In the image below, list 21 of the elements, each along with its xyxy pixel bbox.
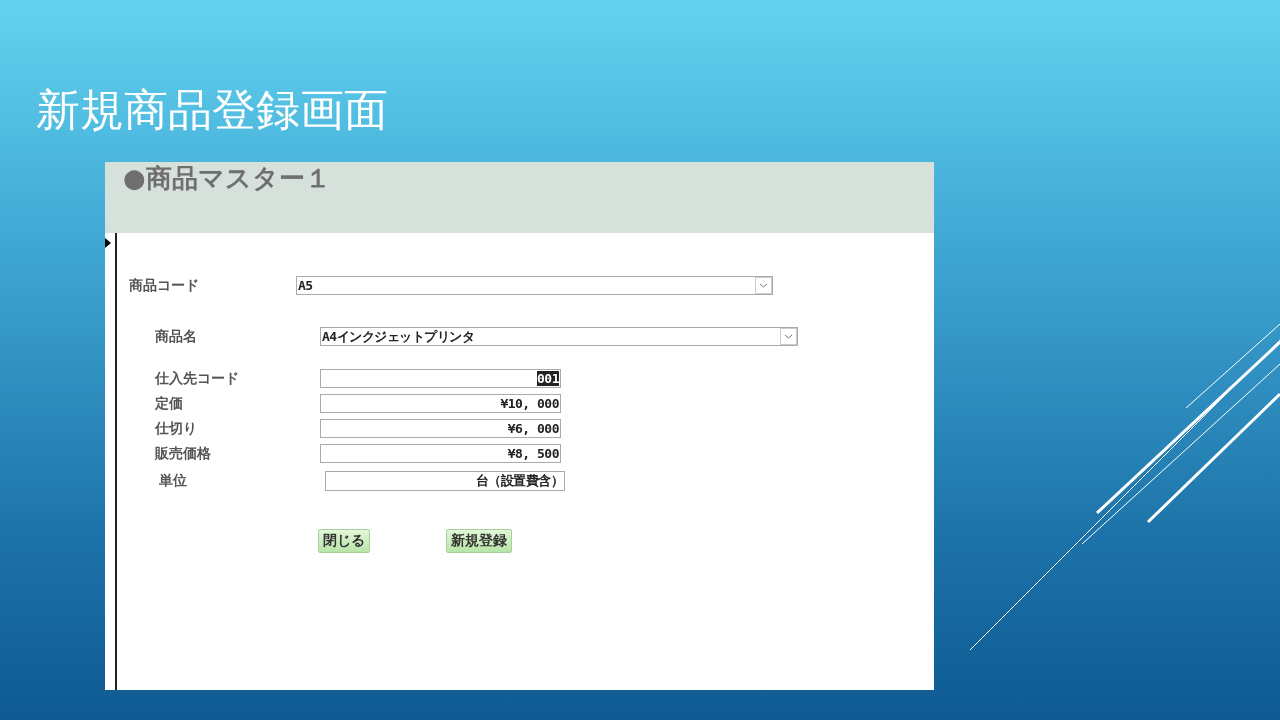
text-field[interactable]: ¥8, 500 [320,444,561,463]
text-field[interactable]: 台（設置費含） [325,471,565,491]
form-title: ●商品マスター１ [123,162,331,194]
slide-title: 新規商品登録画面 [36,83,388,137]
field-label: 販売価格 [155,444,212,463]
field-label: 定価 [155,394,184,413]
dropdown-caret-icon[interactable] [755,277,772,294]
field-label: 仕切り [155,419,198,438]
combo-box[interactable]: A5 [296,276,773,295]
form-button[interactable]: 新規登録 [446,529,512,553]
field-label: 商品コード [129,276,200,295]
record-selector-icon [105,238,111,248]
field-label: 仕入先コード [155,369,240,388]
text-field[interactable]: ¥6, 000 [320,419,561,438]
field-label: 単位 [159,472,188,490]
text-field[interactable]: 001 [320,369,561,388]
text-field[interactable]: ¥10, 000 [320,394,561,413]
field-label: 商品名 [155,327,198,346]
dropdown-caret-icon[interactable] [780,328,797,345]
form-button[interactable]: 閉じる [318,529,370,553]
combo-box[interactable]: A4インクジェットプリンタ [320,327,798,346]
